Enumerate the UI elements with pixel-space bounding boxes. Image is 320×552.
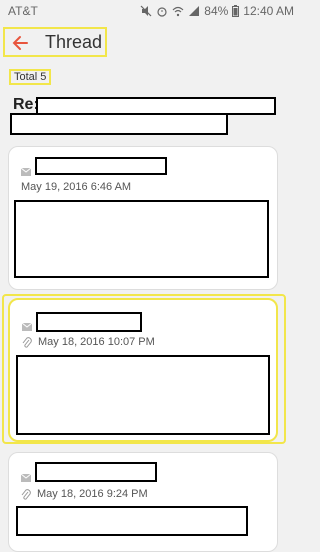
message-date: May 18, 2016 10:07 PM	[38, 336, 155, 348]
mute-icon	[140, 5, 152, 17]
message-card[interactable]: May 18, 2016 9:24 PM	[8, 452, 278, 552]
alarm-icon	[156, 5, 168, 17]
subject-redaction	[10, 113, 228, 135]
envelope-icon	[20, 469, 32, 482]
back-navigation[interactable]: Thread	[3, 27, 107, 57]
envelope-icon	[21, 318, 33, 331]
thread-subject-prefix: Re:	[13, 96, 39, 113]
message-card[interactable]: May 19, 2016 6:46 AM	[8, 146, 278, 290]
battery-icon	[232, 5, 240, 17]
battery-label: 84%	[204, 4, 229, 18]
envelope-icon	[20, 163, 32, 176]
body-redaction	[16, 506, 248, 536]
sender-redaction	[36, 312, 142, 332]
sender-redaction	[35, 462, 157, 482]
carrier-label: AT&T	[8, 4, 38, 18]
body-redaction	[14, 200, 269, 278]
clock-label: 12:40 AM	[243, 4, 294, 18]
message-card[interactable]: May 18, 2016 10:07 PM	[8, 298, 278, 442]
message-date: May 18, 2016 9:24 PM	[37, 488, 148, 500]
signal-icon	[188, 5, 200, 17]
status-bar: AT&T 84% 12:40 AM	[0, 0, 300, 24]
arrow-left-icon[interactable]	[11, 34, 29, 52]
paperclip-icon	[22, 336, 32, 348]
wifi-icon	[172, 5, 184, 17]
sender-redaction	[35, 157, 167, 175]
message-date: May 19, 2016 6:46 AM	[21, 181, 132, 193]
app-bar: Thread	[0, 24, 300, 66]
body-redaction	[16, 355, 270, 435]
page-title: Thread	[45, 32, 103, 52]
paperclip-icon	[21, 488, 31, 500]
status-icons: 84% 12:40 AM	[140, 4, 294, 18]
total-count-label: Total 5	[9, 69, 52, 85]
